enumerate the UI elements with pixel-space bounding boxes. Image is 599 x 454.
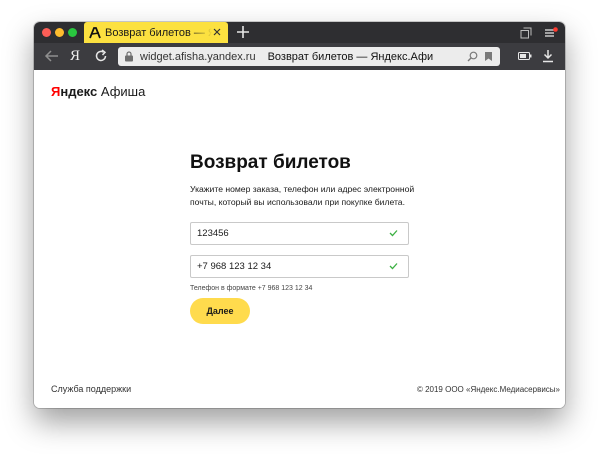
search-icon[interactable] (467, 51, 478, 62)
copyright-text: © 2019 ООО «Яндекс.Медиасервисы» (416, 385, 560, 394)
logo-yandex: Яндекс (51, 84, 98, 99)
tabs-overview-icon[interactable] (520, 27, 532, 39)
form-description: Укажите номер заказа, телефон или адрес … (190, 184, 415, 207)
address-bar[interactable]: widget.afisha.yandex.ru Возврат билетов … (118, 47, 500, 66)
minimize-window-button[interactable] (55, 28, 64, 37)
yandex-home-icon[interactable]: Я (70, 47, 82, 65)
tab-bar: Возврат билетов — Яндекс.Афиша (34, 22, 565, 43)
afisha-favicon-icon (89, 26, 101, 38)
new-tab-icon[interactable] (236, 25, 250, 39)
back-arrow-icon[interactable] (44, 49, 60, 63)
close-window-button[interactable] (42, 28, 51, 37)
logo-afisha: Афиша (100, 84, 146, 99)
close-tab-icon[interactable] (212, 27, 222, 37)
tab-title: Возврат билетов — Яндекс.Афиша (105, 26, 212, 39)
zoom-window-button[interactable] (68, 28, 77, 37)
phone-input[interactable] (191, 256, 381, 277)
phone-field (190, 255, 409, 278)
next-button[interactable]: Далее (190, 298, 250, 324)
url-page-title: Возврат билетов — Яндекс.Афи (267, 50, 434, 63)
browser-window: Возврат билетов — Яндекс.Афиша Я (34, 22, 565, 408)
menu-icon[interactable] (544, 27, 558, 39)
support-link[interactable]: Служба поддержки (51, 384, 131, 394)
valid-check-icon (389, 263, 398, 270)
url-domain: widget.afisha.yandex.ru (140, 50, 256, 63)
tab-active[interactable]: Возврат билетов — Яндекс.Афиша (84, 22, 228, 43)
phone-format-hint: Телефон в формате +7 968 123 12 34 (190, 285, 313, 292)
bookmark-icon[interactable] (484, 51, 493, 62)
valid-check-icon (389, 230, 398, 237)
reload-icon[interactable] (94, 49, 108, 63)
battery-icon[interactable] (518, 51, 532, 61)
order-number-field (190, 222, 409, 245)
page-title: Возврат билетов (190, 152, 351, 173)
refund-form: Возврат билетов Укажите номер заказа, те… (190, 152, 414, 324)
yandex-afisha-logo[interactable]: Яндекс Афиша (51, 84, 145, 99)
page-content: Яндекс Афиша Возврат билетов Укажите ном… (34, 70, 565, 408)
download-icon[interactable] (542, 49, 554, 63)
lock-icon (125, 51, 133, 62)
browser-toolbar: Я widget.afisha.yandex.ru Возврат билето… (34, 43, 565, 70)
order-number-input[interactable] (191, 223, 381, 244)
